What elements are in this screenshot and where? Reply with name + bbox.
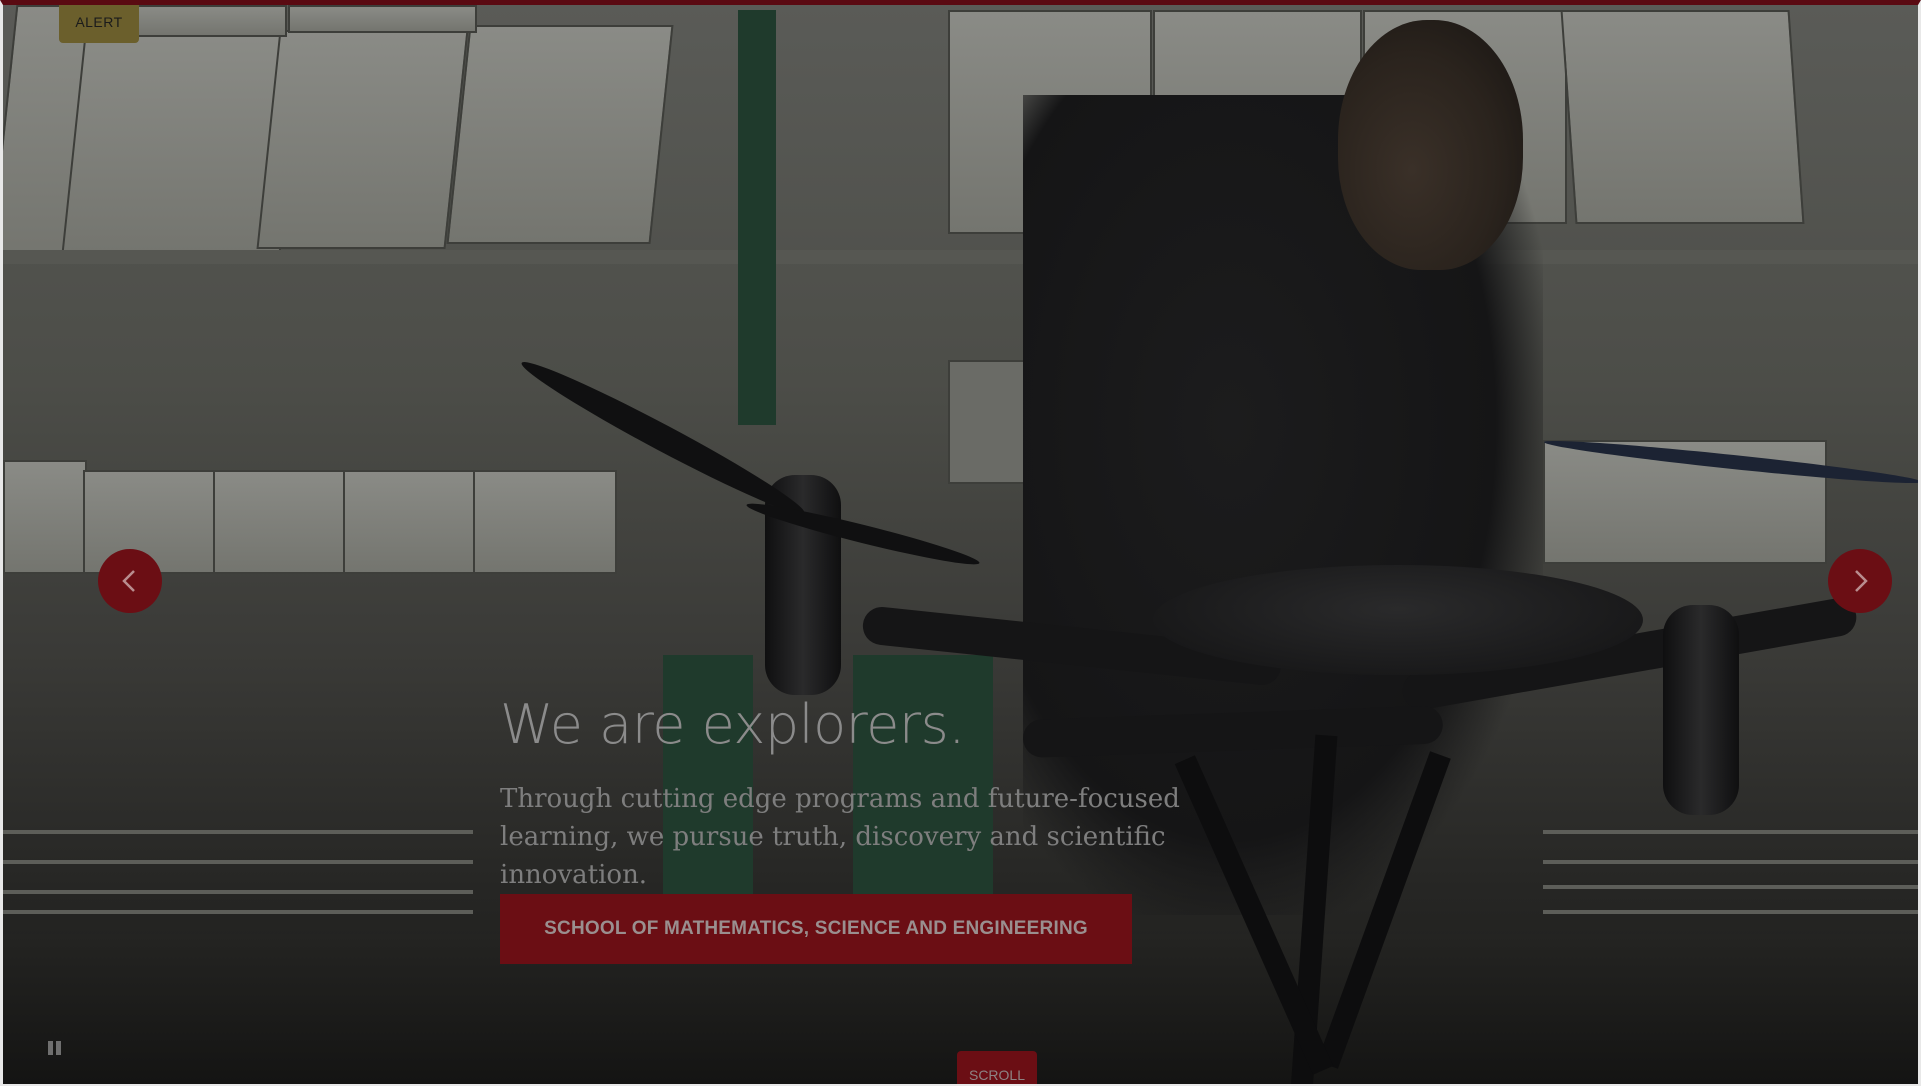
pause-icon-bar xyxy=(55,1041,61,1055)
school-cta-button[interactable]: SCHOOL OF MATHEMATICS, SCIENCE AND ENGIN… xyxy=(500,894,1132,964)
chevron-left-icon xyxy=(119,568,141,594)
chevron-right-icon xyxy=(1849,568,1871,594)
carousel-prev-button[interactable] xyxy=(98,549,162,613)
alert-tab[interactable]: ALERT xyxy=(59,5,139,43)
page-frame: ALERT We are explorers. Through cutting … xyxy=(0,0,1921,1086)
hero-headline: We are explorers. xyxy=(500,693,965,756)
scroll-button[interactable]: SCROLL xyxy=(957,1051,1037,1084)
pause-icon-bar xyxy=(47,1041,53,1055)
hero-subtext: Through cutting edge programs and future… xyxy=(500,784,1180,890)
carousel-next-button[interactable] xyxy=(1828,549,1892,613)
carousel-pause-button[interactable] xyxy=(45,1039,63,1057)
